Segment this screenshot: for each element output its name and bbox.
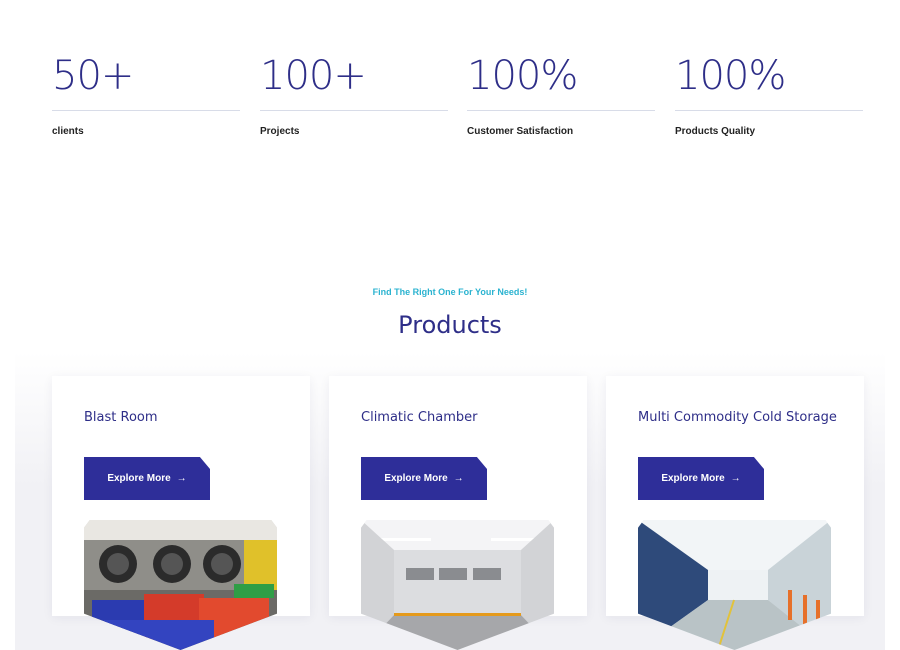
explore-more-button[interactable]: Explore More → xyxy=(84,457,210,500)
stat-divider xyxy=(260,110,448,111)
stat-value: 100+ xyxy=(260,53,367,99)
button-label: Explore More xyxy=(384,473,448,484)
products-tagline: Find The Right One For Your Needs! xyxy=(372,287,528,297)
stat-divider xyxy=(52,110,240,111)
product-title: Multi Commodity Cold Storage xyxy=(638,410,837,425)
stat-label: Products Quality xyxy=(675,126,756,137)
product-title: Climatic Chamber xyxy=(361,410,478,425)
arrow-right-icon: → xyxy=(176,473,187,484)
stat-divider xyxy=(675,110,863,111)
stat-value: 100% xyxy=(675,53,786,99)
stat-divider xyxy=(467,110,655,111)
stat-products-quality: 100% Products Quality xyxy=(675,52,863,137)
button-label: Explore More xyxy=(661,473,725,484)
stat-label: Projects xyxy=(260,126,300,137)
button-label: Explore More xyxy=(107,473,171,484)
products-heading: Products xyxy=(398,311,502,339)
arrow-right-icon: → xyxy=(453,473,464,484)
stats-section: 50+ clients 100+ Projects 100% Customer … xyxy=(52,52,864,152)
explore-more-button[interactable]: Explore More → xyxy=(361,457,487,500)
explore-more-button[interactable]: Explore More → xyxy=(638,457,764,500)
stat-clients: 50+ clients xyxy=(52,52,240,137)
product-title: Blast Room xyxy=(84,410,158,425)
arrow-right-icon: → xyxy=(730,473,741,484)
stat-customer-satisfaction: 100% Customer Satisfaction xyxy=(467,52,655,137)
stat-value: 50+ xyxy=(52,53,134,99)
stat-projects: 100+ Projects xyxy=(260,52,448,137)
stat-value: 100% xyxy=(467,53,578,99)
stat-label: Customer Satisfaction xyxy=(467,126,574,137)
stat-label: clients xyxy=(52,126,84,137)
